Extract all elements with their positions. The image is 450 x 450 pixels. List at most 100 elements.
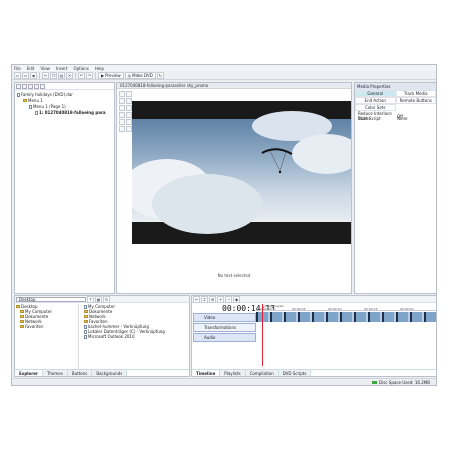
tab-backgrounds[interactable]: Backgrounds [92, 370, 128, 376]
folder-icon [84, 310, 88, 313]
tab-buttons[interactable]: Buttons [67, 370, 93, 376]
remove-icon[interactable] [22, 83, 27, 89]
tab-compilation[interactable]: Compilation [245, 370, 279, 376]
move-down-icon[interactable] [34, 83, 39, 89]
menu-icon [23, 99, 27, 102]
explorer-tabs: Explorer Themes Buttons Backgrounds [15, 369, 189, 376]
tab-playlists[interactable]: Playlists [220, 370, 246, 376]
sky-image [132, 111, 351, 234]
zoom-in-icon[interactable]: + [217, 295, 224, 303]
list-item[interactable]: Microsoft Outlook 2010 [84, 334, 190, 339]
computer-icon [84, 304, 87, 309]
folder-icon [16, 305, 20, 308]
up-folder-icon[interactable]: ↑ [87, 295, 94, 303]
project-tree-panel: Family holidays (DVD).dar Menu 1 Menu 1 … [14, 82, 115, 294]
cut-icon[interactable]: ✂ [193, 295, 200, 303]
video-clip-icon [35, 110, 38, 115]
disc-icon: ◎ [127, 72, 132, 78]
track-transformations[interactable]: Transformations [193, 323, 256, 332]
zoom-out-icon[interactable]: − [225, 295, 232, 303]
zoom-tool-icon[interactable] [119, 98, 125, 104]
timeline-tabs: Timeline Playlists Compilation DVD Scrip… [192, 369, 436, 376]
tab-remote-buttons[interactable]: Remote Buttons [395, 97, 436, 104]
video-canvas[interactable] [132, 101, 351, 244]
delete-icon[interactable]: ✕ [66, 71, 73, 79]
open-icon[interactable]: ▭ [22, 71, 29, 79]
save-icon[interactable]: ▪ [30, 71, 37, 79]
distribute-icon[interactable] [119, 119, 125, 125]
menu-options[interactable]: Options [73, 66, 88, 71]
align-left-icon[interactable] [119, 105, 125, 111]
tree-item-root[interactable]: Family holidays (DVD).dar [17, 92, 73, 97]
preview-tools [119, 91, 133, 166]
folder-tree-item[interactable]: Favoriten [16, 324, 78, 329]
add-icon[interactable] [16, 83, 21, 89]
cloud [292, 134, 351, 174]
layer-up-icon[interactable] [119, 126, 125, 132]
tab-dvd-scripts[interactable]: DVD Scripts [278, 370, 312, 376]
ruler-tick: 00:00:05 [292, 307, 306, 311]
menu-help[interactable]: Help [95, 66, 104, 71]
preview-status: No text selected [217, 273, 251, 278]
explorer-toolbar: Desktop ↑ ▦ ↻ [15, 295, 189, 303]
menu-view[interactable]: View [40, 66, 50, 71]
tree-item-menu-page[interactable]: Menu 1 (Page 1) [29, 104, 66, 109]
redo-icon[interactable]: ↷ [86, 71, 93, 79]
explorer-panel: Desktop ↑ ▦ ↻ Desktop My Computer Dokume… [14, 295, 190, 377]
menu-file[interactable]: File [14, 66, 21, 71]
align-top-icon[interactable] [119, 112, 125, 118]
disc-usage-bar [372, 380, 378, 384]
snap-icon[interactable]: ⊞ [209, 295, 216, 303]
paraglider-icon [261, 148, 293, 174]
playhead[interactable] [262, 304, 263, 366]
video-clip[interactable] [256, 312, 436, 322]
refresh-icon[interactable]: ↻ [156, 71, 164, 79]
move-up-icon[interactable] [28, 83, 33, 89]
drive-icon [84, 329, 87, 334]
undo-icon[interactable]: ↶ [78, 71, 85, 79]
new-icon[interactable]: ▫ [14, 71, 21, 79]
timeline-ruler[interactable]: 1: Scene/Chapter 00:00:00 00:00:05 00:00… [256, 304, 436, 311]
menu-insert[interactable]: Insert [56, 66, 67, 71]
file-list: My Computer Dokumente Network Favoriten … [84, 304, 190, 370]
cut-icon[interactable]: ✂ [42, 71, 49, 79]
outlook-icon [84, 334, 87, 339]
tab-themes[interactable]: Themes [42, 370, 68, 376]
properties-tabs: General Track Media End Action Remote Bu… [355, 90, 436, 111]
property-row[interactable]: Start Script None [355, 116, 436, 121]
properties-icon[interactable] [40, 83, 45, 89]
copy-icon[interactable]: ❐ [50, 71, 57, 79]
track-video[interactable]: Video [193, 313, 256, 322]
text-tool-icon[interactable] [126, 91, 132, 97]
location-dropdown[interactable]: Desktop [16, 296, 86, 302]
tab-end-action[interactable]: End Action [355, 97, 396, 104]
properties-panel: Media Properties General Track Media End… [354, 82, 436, 294]
preview-button[interactable]: ▶ Preview [98, 71, 124, 79]
properties-header: Media Properties [355, 83, 436, 90]
toolbar-divider [39, 71, 40, 79]
timeline-panel: ✂ ⌶ ⊞ + − ◆ 00:00:14:13 1: Scene/Chapter… [191, 295, 436, 377]
tab-track-media[interactable]: Track Media [395, 90, 436, 97]
tab-general[interactable]: General [355, 90, 396, 97]
make-dvd-button[interactable]: ◎ Make DVD [124, 71, 156, 79]
tree-toolbar [15, 83, 114, 90]
tab-explorer[interactable]: Explorer [15, 370, 43, 376]
paste-icon[interactable]: ▤ [58, 71, 65, 79]
tree-item-menu[interactable]: Menu 1 [23, 98, 43, 103]
view-icon[interactable]: ▦ [95, 295, 102, 303]
menu-edit[interactable]: Edit [27, 66, 35, 71]
tree-item-clip[interactable]: 1: 0127040818-falloeing para [35, 110, 106, 115]
computer-icon [20, 310, 24, 313]
tab-timeline[interactable]: Timeline [192, 370, 221, 376]
split-icon[interactable]: ⌶ [201, 295, 208, 303]
select-tool-icon[interactable] [119, 91, 125, 97]
refresh-icon[interactable]: ↻ [103, 295, 110, 303]
ruler-tick: 00:00:10 [328, 307, 342, 311]
marker-icon[interactable]: ◆ [233, 295, 240, 303]
shortcut-icon [84, 324, 87, 329]
status-bar: Disc Space Used: 16.2MB [12, 378, 436, 385]
track-audio[interactable]: Audio [193, 333, 256, 342]
tab-color-sets[interactable]: Color Sets [355, 104, 396, 111]
folder-icon [20, 315, 24, 318]
ruler-tick: 00:00:15 [364, 307, 378, 311]
